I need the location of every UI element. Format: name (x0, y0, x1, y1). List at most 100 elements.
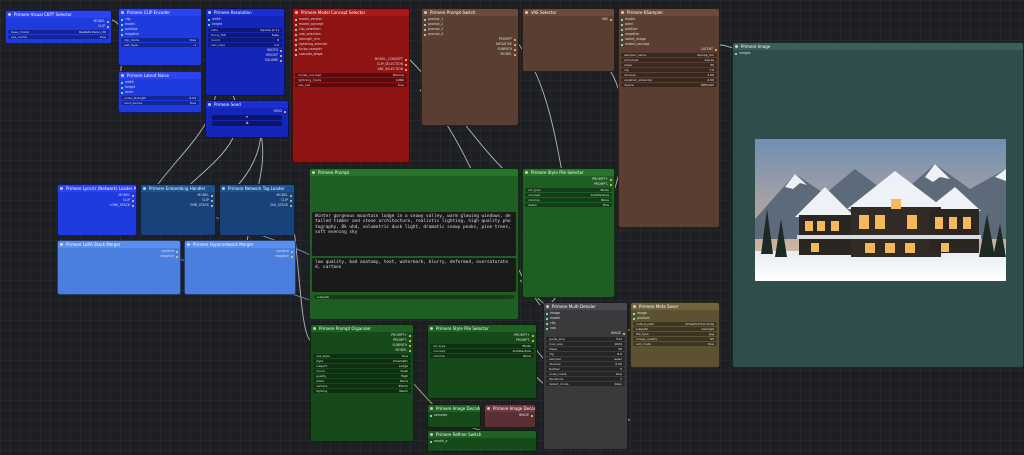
output-slot[interactable]: negative (187, 254, 293, 259)
node-title[interactable]: Primere Latent Noise (119, 72, 201, 79)
widget[interactable]: mood Dusk (313, 369, 411, 373)
node-image-decoder[interactable]: Primere Image Decoder samples (427, 404, 481, 428)
subpath-widget[interactable]: subpath · (314, 295, 514, 299)
node-title[interactable]: Primere Embedding Handler (141, 185, 215, 192)
widget[interactable]: lighting Warm (313, 389, 411, 393)
widget[interactable]: device DEFAULT (621, 83, 717, 87)
widget[interactable]: ratio Square [1:1] (208, 28, 282, 32)
widget[interactable]: concept Architecture (430, 349, 534, 353)
node-clip-encoder[interactable]: Primere CLIP Encoder clip model positive… (118, 8, 202, 66)
widget[interactable]: file_type jpg (633, 332, 717, 336)
node-title[interactable]: Primere Prompt Switch (422, 9, 518, 16)
widget[interactable]: cfg 7.0 (621, 68, 717, 72)
widget[interactable]: colorize None (525, 198, 612, 202)
widget[interactable]: artist None (313, 379, 411, 383)
widget[interactable]: noise_strength 0.03 (121, 96, 199, 100)
node-lycoris-loader[interactable]: Primere Lycoris (Network) Loader A MODEL… (57, 184, 137, 236)
node-model-concept[interactable]: Primere Model Concept Selector model_ver… (292, 8, 410, 163)
output-slot[interactable]: LORA_STACK (60, 203, 134, 208)
node-lora-stack-merger[interactable]: Primere LoRA Stack Merger positive negat… (57, 240, 181, 295)
node-title[interactable]: Primere Image (733, 43, 1023, 50)
widget[interactable]: scheduler karras (621, 58, 717, 62)
node-title[interactable]: Primere Model Concept Selector (293, 9, 409, 16)
node-title[interactable]: Primere Resolution (206, 9, 284, 16)
output-slot[interactable]: LATENT (621, 47, 717, 52)
node-network-tag-loader[interactable]: Primere Network Tag Loader MODEL CLIP TA… (219, 184, 295, 236)
node-title[interactable]: Primere Prompt Organizer (311, 325, 413, 332)
new-seed-button[interactable]: ♻ (212, 121, 282, 126)
output-slot[interactable]: TAG_STACK (222, 203, 292, 208)
widget[interactable]: output_path [time(%Y-%m-%d)] (633, 322, 717, 326)
widget[interactable]: use_cache true (8, 35, 109, 39)
widget[interactable]: round 8 (208, 38, 282, 42)
widget[interactable]: lightning_mode LORA (295, 78, 407, 82)
widget[interactable]: image_quality 95 (633, 337, 717, 341)
node-prompt-organizer[interactable]: Primere Prompt Organizer PROMPT+ PROMPT-… (310, 324, 414, 442)
node-title[interactable]: Primere KSampler (619, 9, 719, 16)
node-load-checkpoint[interactable]: Primere Visual CKPT Selector MODEL CLIP … (5, 10, 112, 44)
node-title[interactable]: Primere Multi-Detailer (544, 303, 627, 310)
widget[interactable]: concept Architecture (525, 193, 612, 197)
input-slot[interactable]: negative (121, 32, 199, 37)
widget[interactable]: camera 35mm (313, 384, 411, 388)
output-slot[interactable]: SEED (208, 109, 286, 114)
widget[interactable]: iterations 1 (546, 377, 625, 381)
widget[interactable]: steps 20 (546, 347, 625, 351)
output-slot[interactable]: negative (60, 254, 178, 259)
widget[interactable]: last_layer -1 (121, 43, 199, 47)
widget[interactable]: style Cinematic (313, 359, 411, 363)
widget[interactable]: subject Lodge (313, 364, 411, 368)
node-title[interactable]: Primere Network Tag Loader (220, 185, 294, 192)
input-slot[interactable]: images (735, 51, 1021, 56)
widget[interactable]: quality High (313, 374, 411, 378)
output-slot[interactable]: EMB_STACK (143, 203, 213, 208)
widget[interactable]: guide_size 512 (546, 337, 625, 341)
node-decoder-output[interactable]: Primere Image Decoder IMAGE (484, 404, 536, 428)
output-slot[interactable]: IMAGE (546, 331, 625, 336)
output-slot[interactable]: VAE_SELECTION (295, 67, 407, 72)
widget[interactable]: art_type Photo (525, 188, 612, 192)
widget[interactable]: calc_mpx 1.0 (208, 43, 282, 47)
widget[interactable]: feather 5 (546, 367, 625, 371)
widget[interactable]: clip_mode true (121, 38, 199, 42)
output-slot[interactable]: VAE (525, 17, 612, 22)
node-save-image[interactable]: Primere Image images (732, 42, 1024, 368)
widget[interactable]: cfg 8.0 (546, 352, 625, 356)
widget[interactable]: max_size 1024 (546, 342, 625, 346)
widget[interactable]: steps 30 (621, 63, 717, 67)
input-slot[interactable]: seed (121, 90, 199, 95)
widget[interactable]: use_vae true (295, 83, 407, 87)
widget[interactable]: force_768 false (208, 33, 282, 37)
input-slot[interactable]: samples (430, 413, 478, 418)
node-prompt-switch[interactable]: Primere Prompt Switch prompt_1 prompt_2 … (421, 8, 519, 126)
widget[interactable]: denoise 0.50 (546, 362, 625, 366)
widget[interactable]: art_type Photo (430, 344, 534, 348)
output-slot[interactable]: IMAGE (487, 413, 533, 418)
node-title[interactable]: Primere Visual CKPT Selector (6, 11, 111, 18)
output-slot[interactable]: PROMPT- (430, 338, 534, 343)
widget[interactable]: detail Fine (525, 203, 612, 207)
node-refiner-switch[interactable]: Primere Refiner Switch model_a (427, 430, 537, 452)
widget[interactable]: model_concept Normal (295, 73, 407, 77)
node-title[interactable]: Primere Meta Saver (631, 303, 719, 310)
widget[interactable]: sampler euler (546, 357, 625, 361)
node-sampler[interactable]: Primere KSampler model seed positive neg… (618, 8, 720, 228)
node-title[interactable]: Primere Style Pile Selector (428, 325, 536, 332)
node-vae-selector[interactable]: VAE Selector VAE (522, 8, 615, 72)
positive-prompt-textarea[interactable]: Winter gorgeous mountain lodge in a snow… (312, 212, 516, 256)
negative-prompt-textarea[interactable]: low quality, bad anatomy, text, watermar… (312, 258, 516, 292)
input-slot[interactable]: height (208, 22, 282, 27)
widget[interactable]: denoise 1.00 (621, 73, 717, 77)
node-title[interactable]: VAE Selector (523, 9, 614, 16)
node-style-pile-2[interactable]: Primere Style Pile Selector PROMPT+ PROM… (427, 324, 537, 399)
widget[interactable]: add_meta true (633, 342, 717, 346)
input-slot[interactable]: model_a (430, 439, 534, 444)
node-embedding-handler[interactable]: Primere Embedding Handler MODEL CLIP EMB… (140, 184, 216, 236)
widget[interactable]: sampler_name dpmpp_2m (621, 53, 717, 57)
node-title[interactable]: Primere Seed (206, 101, 288, 108)
node-title[interactable]: Primere Prompt (310, 169, 518, 176)
node-title[interactable]: Primere Refiner Switch (428, 431, 536, 438)
node-prompt[interactable]: Primere Prompt Winter gorgeous mountain … (309, 168, 519, 320)
output-slot[interactable]: SQUARE (208, 58, 282, 63)
node-seed[interactable]: Primere Seed SEED ⟳ ♻ (205, 100, 289, 138)
